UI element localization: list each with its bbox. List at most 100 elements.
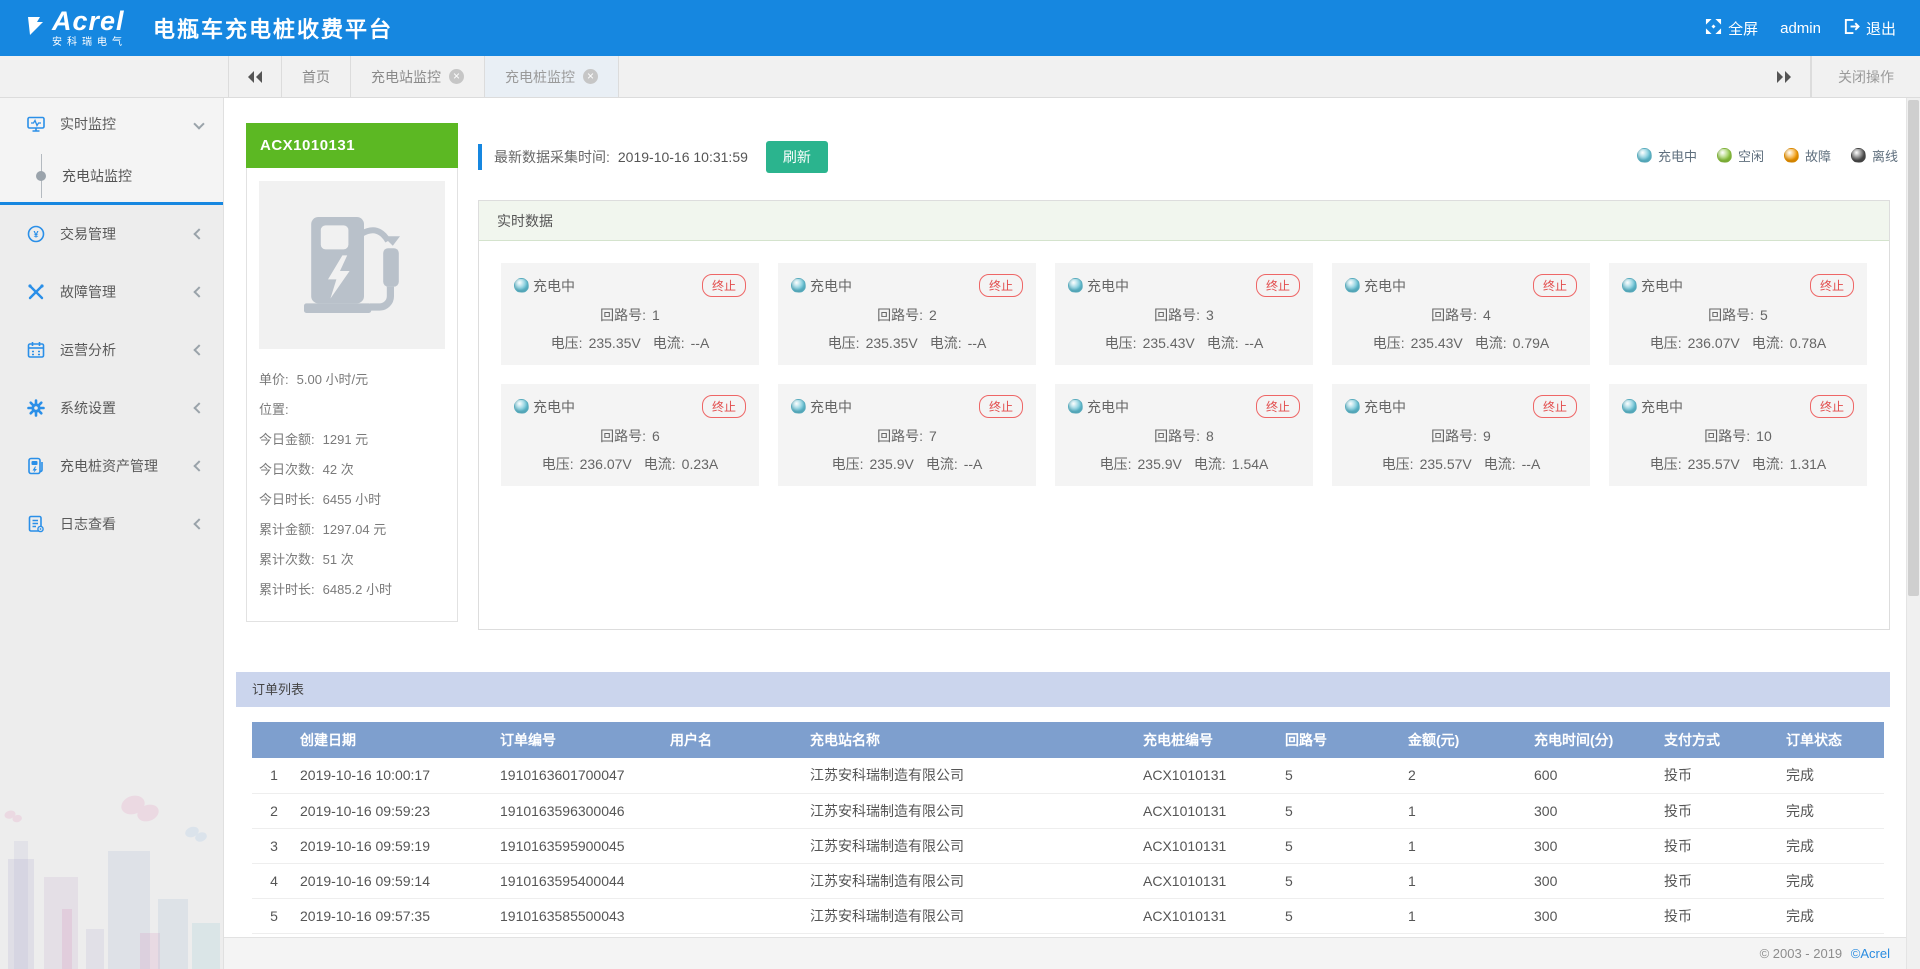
stat-location: 位置: (259, 395, 445, 425)
chevron-left-icon (193, 286, 204, 297)
stat-total-duration: 累计时长:6485.2 小时 (259, 575, 445, 605)
sidebar-subitem-station-monitor[interactable]: 充电站监控 (0, 150, 223, 202)
col-create-date: 创建日期 (296, 722, 496, 758)
circuit-card-9: 充电中 终止 回路号:9 电压:235.57V电流:--A (1332, 384, 1590, 486)
terminate-button[interactable]: 终止 (702, 274, 746, 297)
circuit-card-7: 充电中 终止 回路号:7 电压:235.9V电流:--A (778, 384, 1036, 486)
circuit-card-1: 充电中 终止 回路号:1 电压:235.35V电流:--A (501, 263, 759, 365)
fullscreen-label: 全屏 (1728, 18, 1758, 39)
stat-today-amount: 今日金额:1291 元 (259, 425, 445, 455)
fullscreen-icon (1705, 18, 1722, 39)
terminate-button[interactable]: 终止 (979, 395, 1023, 418)
circuit-card-10: 充电中 终止 回路号:10 电压:235.57V电流:1.31A (1609, 384, 1867, 486)
station-id: ACX1010131 (246, 123, 458, 168)
sidebar-item-operations-analysis[interactable]: 运营分析 (0, 321, 223, 379)
logout-label: 退出 (1866, 18, 1896, 39)
circuit-card-5: 充电中 终止 回路号:5 电压:236.07V电流:0.78A (1609, 263, 1867, 365)
tabs-scroll-right-button[interactable] (1757, 56, 1811, 97)
chevron-down-icon (193, 118, 204, 129)
idle-status-icon (1717, 148, 1732, 163)
collect-time-value: 2019-10-16 10:31:59 (618, 149, 748, 165)
circuit-card-4: 充电中 终止 回路号:4 电压:235.43V电流:0.79A (1332, 263, 1590, 365)
charger-asset-icon (26, 456, 46, 476)
circuit-card-8: 充电中 终止 回路号:8 电压:235.9V电流:1.54A (1055, 384, 1313, 486)
voltage-current: 电压:236.07V电流:0.78A (1622, 333, 1854, 353)
terminate-button[interactable]: 终止 (1533, 274, 1577, 297)
footer: © 2003 - 2019 ©Acrel (224, 937, 1920, 969)
tab-close-icon[interactable] (583, 69, 598, 84)
legend-charging: 充电中 (1637, 146, 1697, 165)
sidebar-item-label: 充电桩资产管理 (60, 456, 158, 476)
refresh-button[interactable]: 刷新 (766, 141, 828, 173)
col-charge-minutes: 充电时间(分) (1530, 722, 1660, 758)
terminate-button[interactable]: 终止 (1810, 395, 1854, 418)
accent-bar (478, 144, 482, 170)
order-row: 32019-10-16 09:59:191910163595900045江苏安科… (252, 828, 1884, 863)
tab-station-monitor[interactable]: 充电站监控 (351, 56, 485, 97)
charging-status-icon (791, 399, 806, 414)
voltage-current: 电压:235.57V电流:1.31A (1622, 454, 1854, 474)
tab-home[interactable]: 首页 (282, 56, 351, 97)
logout-button[interactable]: 退出 (1843, 18, 1896, 39)
sidebar-item-system-settings[interactable]: 系统设置 (0, 379, 223, 437)
calendar-icon (26, 340, 46, 360)
brand-subtitle: 安科瑞电气 (52, 38, 127, 48)
tab-pile-monitor[interactable]: 充电桩监控 (485, 56, 619, 97)
charging-status-icon (1068, 278, 1083, 293)
order-row: 52019-10-16 09:57:351910163585500043江苏安科… (252, 898, 1884, 933)
circuit-number: 回路号:9 (1345, 426, 1577, 446)
terminate-button[interactable]: 终止 (979, 274, 1023, 297)
circuit-number: 回路号:6 (514, 426, 746, 446)
sidebar: 实时监控 充电站监控 ¥ 交易管理 故障管理 (0, 98, 224, 969)
col-index (252, 722, 296, 758)
main-content: ACX1010131 单价:5.00 小时/元 (224, 98, 1906, 937)
legend-offline: 离线 (1851, 146, 1898, 165)
charging-status-icon (514, 278, 529, 293)
acrel-logo: Acrel 安科瑞电气 (26, 8, 127, 48)
terminate-button[interactable]: 终止 (1256, 395, 1300, 418)
terminate-button[interactable]: 终止 (702, 395, 746, 418)
close-operations-label: 关闭操作 (1838, 67, 1894, 87)
orders-table: 创建日期 订单编号 用户名 充电站名称 充电桩编号 回路号 金额(元) 充电时间… (252, 722, 1884, 934)
realtime-data-panel: 实时数据 充电中 终止 回路号:1 电压:235.35V电流:--A 充电中 终… (478, 200, 1890, 630)
sidebar-item-transactions[interactable]: ¥ 交易管理 (0, 205, 223, 263)
col-station-name: 充电站名称 (806, 722, 1139, 758)
monitor-icon (26, 114, 46, 134)
status-legend: 充电中 空闲 故障 离线 (1637, 146, 1898, 165)
stat-unit-price: 单价:5.00 小时/元 (259, 365, 445, 395)
scrollbar-thumb[interactable] (1908, 100, 1919, 596)
sidebar-item-charger-assets[interactable]: 充电桩资产管理 (0, 437, 223, 495)
tabs-scroll-left-button[interactable] (228, 56, 282, 97)
terminate-button[interactable]: 终止 (1533, 395, 1577, 418)
fullscreen-button[interactable]: 全屏 (1705, 18, 1758, 39)
vertical-scrollbar[interactable] (1906, 98, 1920, 969)
sidebar-item-log-viewer[interactable]: 日志查看 (0, 495, 223, 553)
tab-label: 首页 (302, 67, 330, 87)
tree-node-dot (36, 171, 46, 181)
voltage-current: 电压:235.43V电流:--A (1068, 333, 1300, 353)
terminate-button[interactable]: 终止 (1256, 274, 1300, 297)
sidebar-item-realtime-monitor[interactable]: 实时监控 (0, 98, 223, 150)
col-order-number: 订单编号 (496, 722, 666, 758)
sidebar-item-label: 故障管理 (60, 282, 116, 302)
charging-status-icon (1637, 148, 1652, 163)
circuit-number: 回路号:1 (514, 305, 746, 325)
footer-brand-link[interactable]: ©Acrel (1851, 946, 1890, 961)
stat-total-count: 累计次数:51 次 (259, 545, 445, 575)
charging-status-icon (1345, 399, 1360, 414)
col-pile-number: 充电桩编号 (1139, 722, 1281, 758)
legend-fault: 故障 (1784, 146, 1831, 165)
circuit-number: 回路号:3 (1068, 305, 1300, 325)
page-title: 电瓶车充电桩收费平台 (153, 12, 393, 44)
close-operations-button[interactable]: 关闭操作 (1811, 56, 1920, 97)
tab-close-icon[interactable] (449, 69, 464, 84)
user-menu[interactable]: admin (1780, 20, 1821, 37)
terminate-button[interactable]: 终止 (1810, 274, 1854, 297)
log-icon (26, 514, 46, 534)
voltage-current: 电压:235.35V电流:--A (791, 333, 1023, 353)
circuit-number: 回路号:4 (1345, 305, 1577, 325)
circuit-number: 回路号:5 (1622, 305, 1854, 325)
circuit-number: 回路号:2 (791, 305, 1023, 325)
sidebar-item-faults[interactable]: 故障管理 (0, 263, 223, 321)
charging-status-icon (791, 278, 806, 293)
